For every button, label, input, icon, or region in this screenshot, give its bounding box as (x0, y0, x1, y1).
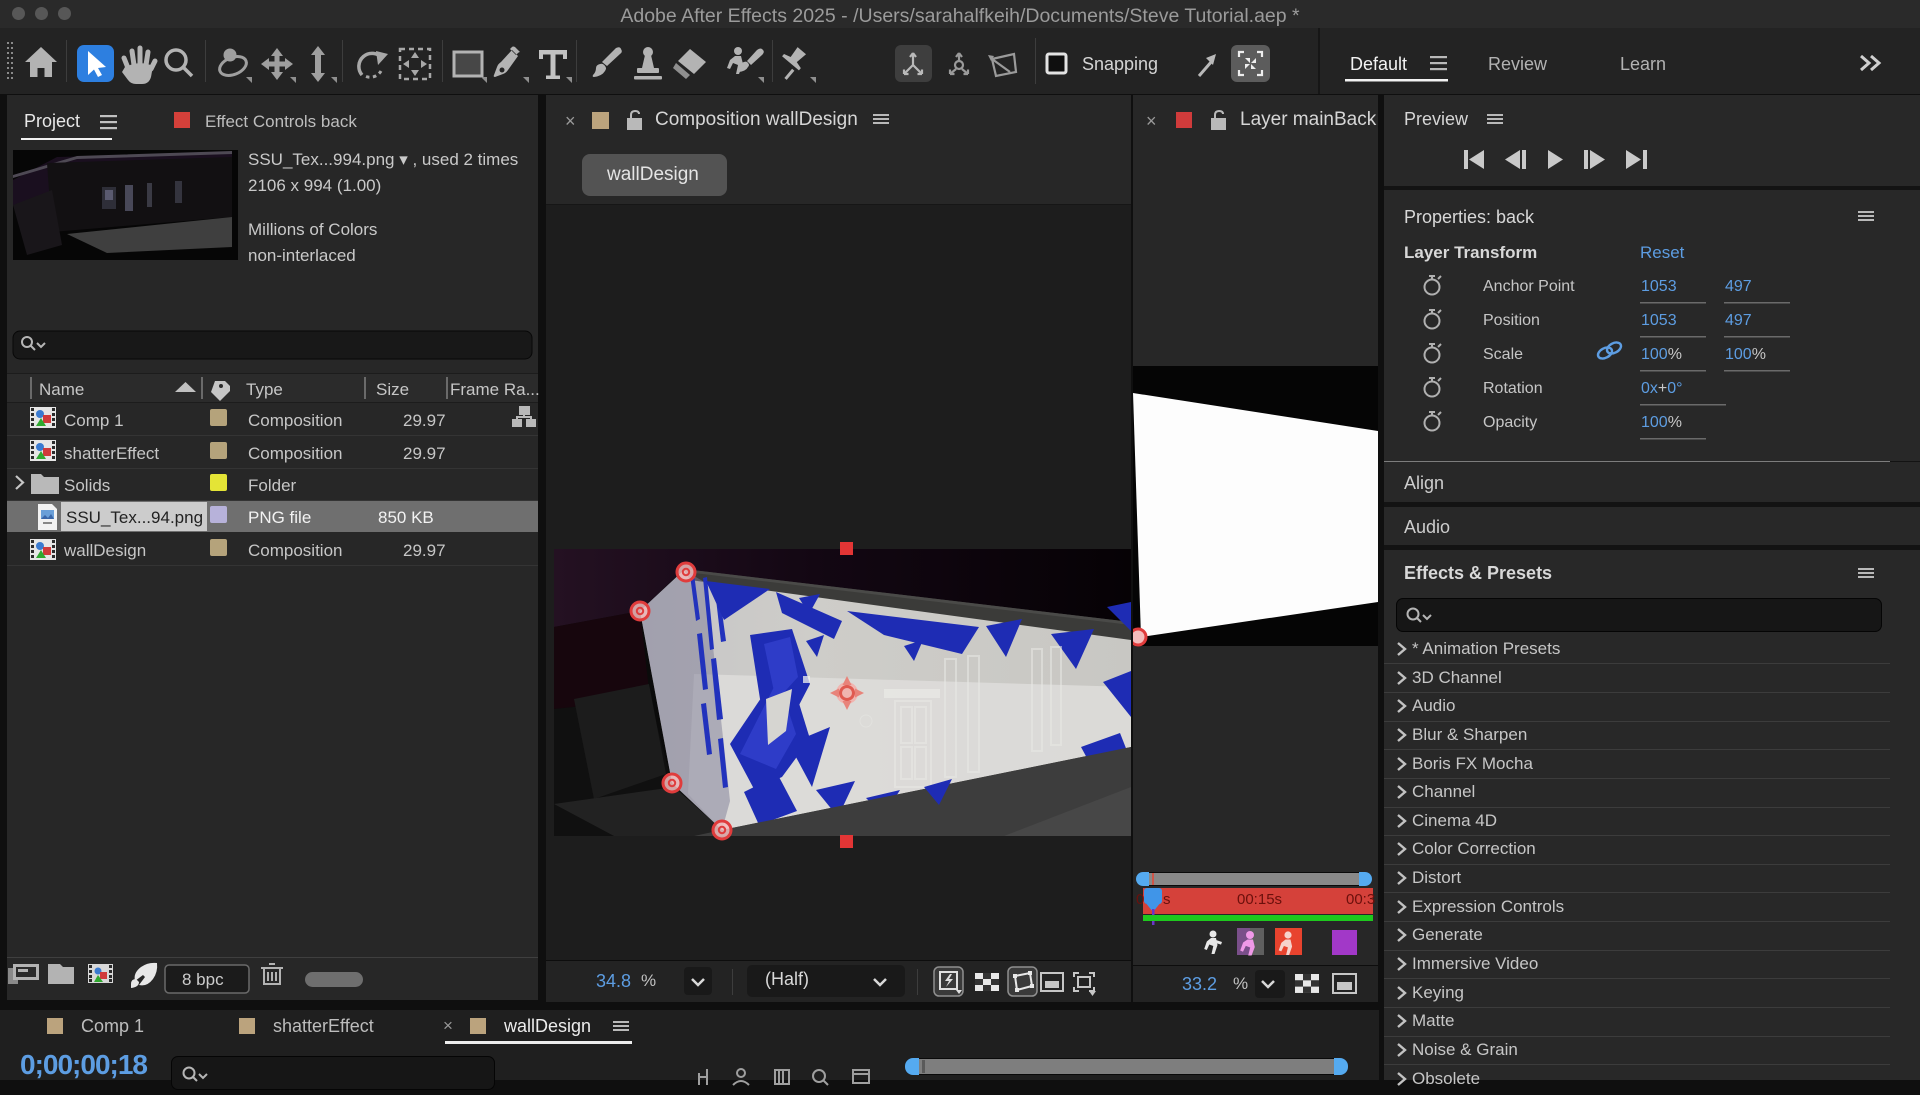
svg-text:Learn: Learn (1620, 54, 1666, 74)
svg-text:Snapping: Snapping (1082, 54, 1158, 74)
svg-text:Review: Review (1488, 54, 1548, 74)
svg-text:Default: Default (1350, 54, 1407, 74)
svg-text:8 bpc: 8 bpc (182, 970, 224, 989)
